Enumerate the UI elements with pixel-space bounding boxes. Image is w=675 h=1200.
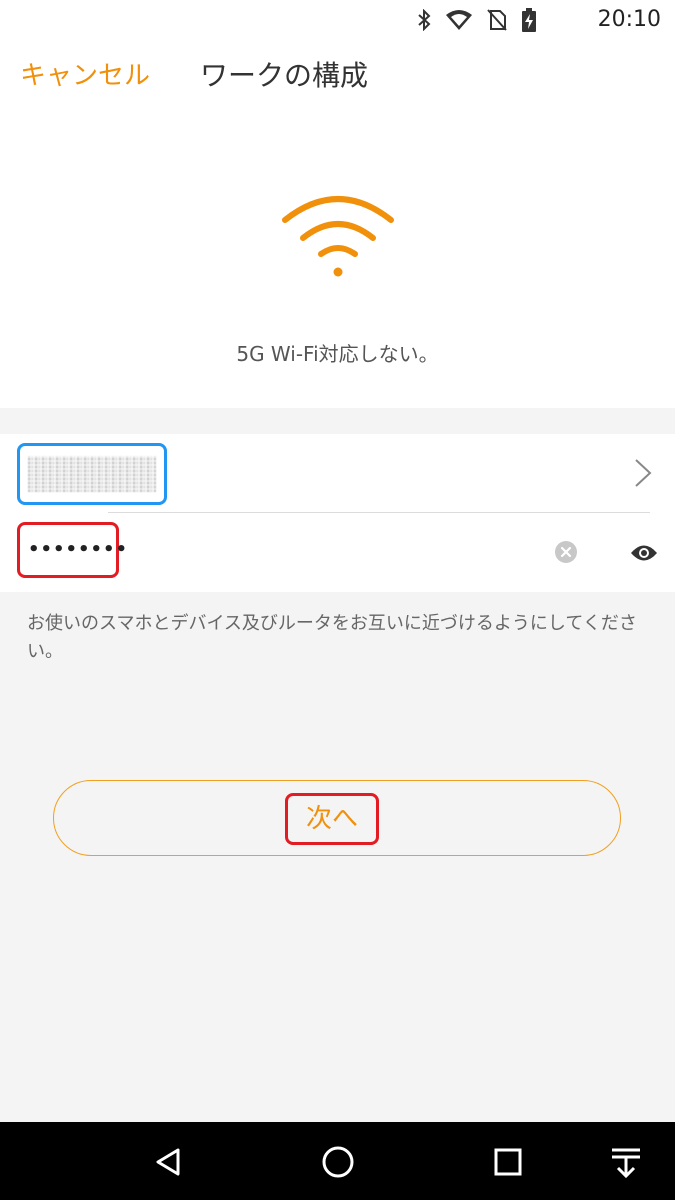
password-field[interactable]: ••••••••: [17, 522, 127, 578]
app-header: キャンセル ワークの構成: [0, 44, 675, 110]
clear-icon[interactable]: [555, 541, 577, 563]
recents-icon[interactable]: [488, 1142, 528, 1182]
eye-icon[interactable]: [630, 544, 658, 562]
notifications-pull-icon[interactable]: [606, 1142, 646, 1182]
no-sim-icon: [487, 9, 507, 31]
wifi-signal-icon: [445, 9, 473, 31]
5g-unsupported-hint: 5G Wi-Fi対応しない。: [236, 342, 439, 366]
lower-section: お使いのスマホとデバイス及びルータをお互いに近づけるようにしてください。 次へ: [0, 592, 675, 1122]
status-time: 20:10: [597, 7, 661, 32]
placement-advice: お使いのスマホとデバイス及びルータをお互いに近づけるようにしてください。: [27, 613, 637, 662]
status-icons: [417, 6, 537, 34]
chevron-right-icon[interactable]: [633, 458, 653, 488]
back-icon[interactable]: [148, 1142, 188, 1182]
ssid-redacted: [28, 456, 156, 492]
wifi-form: ••••••••: [0, 434, 675, 592]
battery-charging-icon: [521, 8, 537, 32]
ssid-field[interactable]: [17, 443, 167, 505]
page-title: ワークの構成: [200, 59, 369, 92]
bluetooth-icon: [417, 9, 431, 31]
section-divider: [0, 408, 675, 434]
status-bar: 20:10: [0, 0, 675, 40]
navigation-bar: [0, 1122, 675, 1200]
password-row: ••••••••: [0, 513, 675, 592]
next-button-label: 次へ: [285, 793, 379, 845]
home-icon[interactable]: [318, 1142, 358, 1182]
ssid-row[interactable]: [0, 434, 675, 512]
wifi-icon: [282, 196, 394, 277]
hero-section: 5G Wi-Fi対応しない。: [0, 110, 675, 408]
next-button[interactable]: 次へ: [53, 780, 621, 856]
screen: 20:10 キャンセル ワークの構成 5G Wi-Fi対応しない。 ••••••…: [0, 0, 675, 1200]
cancel-button[interactable]: キャンセル: [20, 54, 150, 98]
